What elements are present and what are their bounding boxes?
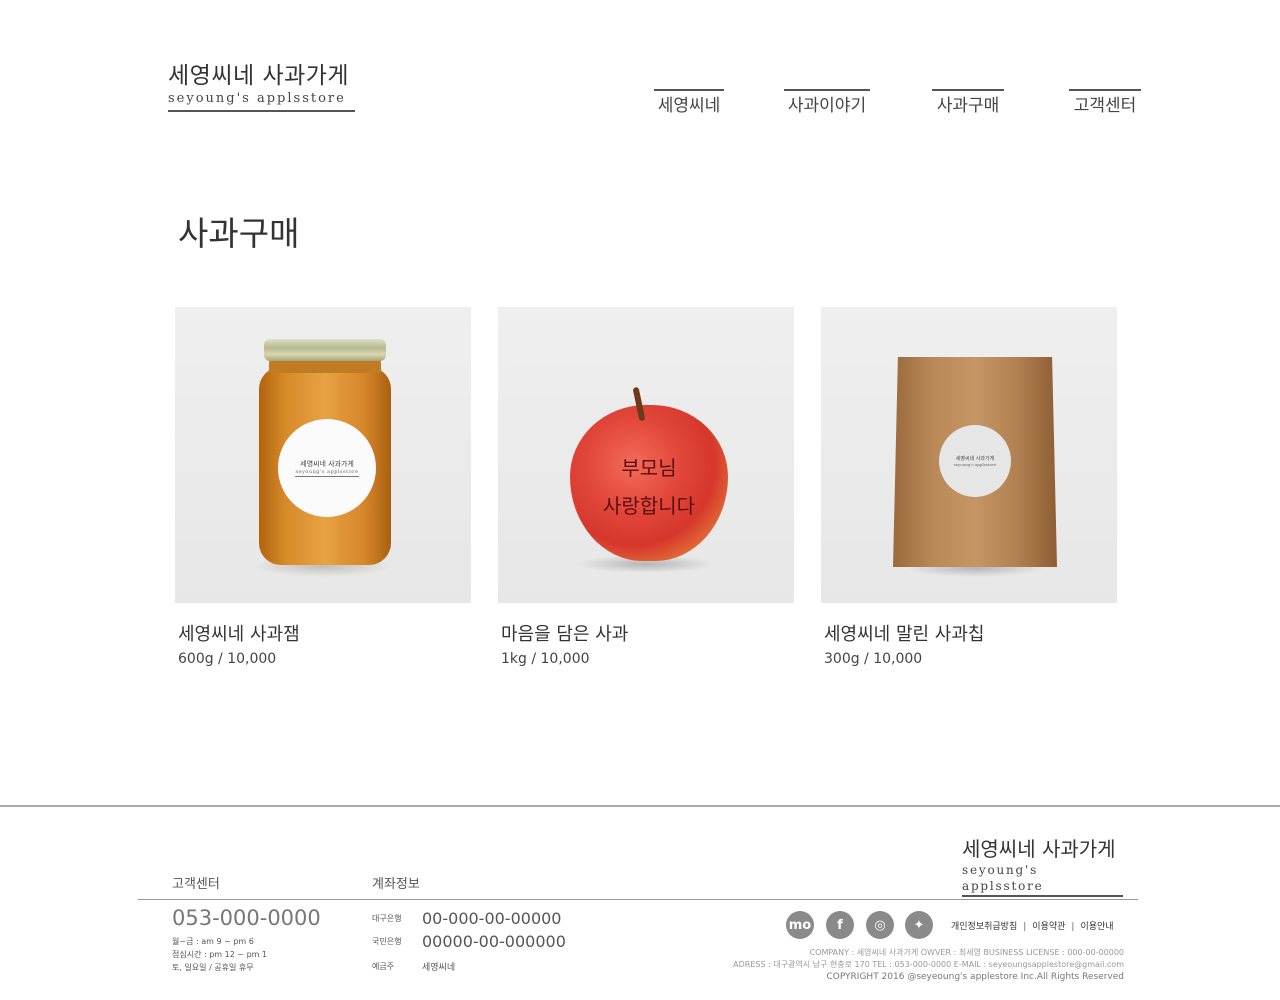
footer-separator bbox=[138, 899, 1138, 900]
account-owner-row: 예금주 세영씨네 bbox=[372, 960, 455, 973]
product-card-apple[interactable]: 부모님 사랑합니다 마음을 담은 사과 1kg / 10,000 bbox=[498, 307, 794, 669]
logo-english: seyoung's applsstore bbox=[168, 91, 346, 106]
jar-label-english: seyoung's applsstore bbox=[295, 469, 359, 477]
jar-lid bbox=[264, 339, 386, 361]
bank-name: 대구은행 bbox=[372, 914, 402, 923]
pouch-label-korean: 세영씨네 사과가게 bbox=[955, 456, 995, 462]
twitter-icon[interactable]: ✦ bbox=[905, 911, 933, 939]
nav-item-seyoung[interactable]: 세영씨네 bbox=[654, 89, 724, 117]
apple-message-line1: 부모님 bbox=[621, 456, 677, 480]
company-info: COMPANY : 세영씨네 사과가게 OWVER : 최세영 BUSINESS… bbox=[809, 948, 1124, 957]
footer-logo-korean: 세영씨네 사과가게 bbox=[962, 837, 1116, 861]
hours-weekday: 월~금 : am 9 ~ pm 6 bbox=[172, 937, 254, 946]
account-info-heading: 계좌정보 bbox=[372, 877, 420, 892]
account-number: 00-000-00-00000 bbox=[422, 909, 562, 928]
footer-divider bbox=[0, 805, 1280, 807]
account-owner: 세영씨네 bbox=[422, 963, 456, 973]
nav-item-customer-center[interactable]: 고객센터 bbox=[1069, 89, 1141, 117]
apple-message-line2: 사랑합니다 bbox=[603, 494, 695, 518]
privacy-policy-link[interactable]: 개인정보취급방침 bbox=[951, 920, 1017, 934]
footer-logo-english: seyoung's applsstore bbox=[962, 863, 1044, 893]
product-name[interactable]: 마음을 담은 사과 bbox=[498, 623, 794, 647]
page-title: 사과구매 bbox=[178, 214, 300, 253]
pouch-label-english: seyoung's applestore bbox=[953, 462, 997, 467]
bank-row-kookmin: 국민은행 00000-00-000000 bbox=[372, 932, 566, 951]
hours-lunch: 점심시간 : pm 12 ~ pm 1 bbox=[172, 950, 268, 959]
copyright: COPYRIGHT 2016 @seyeoung's applestore In… bbox=[826, 972, 1124, 982]
product-image-chips[interactable]: 세영씨네 사과가게 seyoung's applestore bbox=[821, 307, 1117, 603]
product-price: 600g / 10,000 bbox=[178, 651, 277, 667]
product-card-jam[interactable]: 세영씨네 사과가게 seyoung's applsstore 세영씨네 사과잼 … bbox=[175, 307, 471, 669]
bank-name: 국민은행 bbox=[372, 937, 402, 946]
jar-label-korean: 세영씨네 사과가게 bbox=[300, 460, 354, 468]
product-image-jam[interactable]: 세영씨네 사과가게 seyoung's applsstore bbox=[175, 307, 471, 603]
jar-label: 세영씨네 사과가게 seyoung's applsstore bbox=[278, 419, 376, 517]
link-separator: | bbox=[1023, 922, 1027, 932]
account-number: 00000-00-000000 bbox=[422, 932, 566, 951]
business-hours: 월~금 : am 9 ~ pm 6 점심시간 : pm 12 ~ pm 1 토,… bbox=[172, 935, 267, 974]
site-logo[interactable]: 세영씨네 사과가게 seyoung's applsstore bbox=[168, 62, 355, 112]
usage-guide-link[interactable]: 이용안내 bbox=[1080, 920, 1113, 934]
customer-phone: 053-000-0000 bbox=[172, 906, 321, 930]
jar-neck bbox=[269, 359, 381, 373]
customer-center-heading: 고객센터 bbox=[172, 877, 220, 892]
product-card-chips[interactable]: 세영씨네 사과가게 seyoung's applestore 세영씨네 말린 사… bbox=[821, 307, 1117, 669]
hours-closed: 토, 일요일 / 공휴일 휴무 bbox=[172, 963, 254, 972]
mo-icon[interactable]: mo bbox=[786, 911, 814, 939]
facebook-icon[interactable]: f bbox=[826, 911, 854, 939]
product-price: 300g / 10,000 bbox=[824, 651, 923, 667]
product-price: 1kg / 10,000 bbox=[501, 651, 590, 667]
terms-link[interactable]: 이용약관 bbox=[1032, 920, 1065, 934]
link-separator: | bbox=[1071, 922, 1075, 932]
product-name[interactable]: 세영씨네 말린 사과칩 bbox=[821, 623, 1117, 647]
nav-item-apple-purchase[interactable]: 사과구매 bbox=[932, 89, 1004, 117]
product-name[interactable]: 세영씨네 사과잼 bbox=[175, 623, 471, 647]
address-info: ADRESS : 대구광역시 남구 현충로 170 TEL : 053-000-… bbox=[733, 960, 1124, 969]
product-image-apple[interactable]: 부모님 사랑합니다 bbox=[498, 307, 794, 603]
nav-item-apple-story[interactable]: 사과이야기 bbox=[784, 89, 870, 117]
footer-logo[interactable]: 세영씨네 사과가게 seyoung's applsstore bbox=[962, 836, 1123, 897]
bank-row-daegu: 대구은행 00-000-00-00000 bbox=[372, 909, 561, 928]
logo-korean: 세영씨네 사과가게 bbox=[168, 63, 350, 89]
account-owner-label: 예금주 bbox=[372, 962, 395, 971]
footer-links: 개인정보취급방침 | 이용약관 | 이용안내 bbox=[951, 920, 1114, 934]
pouch-label: 세영씨네 사과가게 seyoung's applestore bbox=[939, 425, 1011, 497]
apple-message: 부모님 사랑합니다 bbox=[590, 449, 708, 525]
instagram-icon[interactable]: ◎ bbox=[866, 911, 894, 939]
